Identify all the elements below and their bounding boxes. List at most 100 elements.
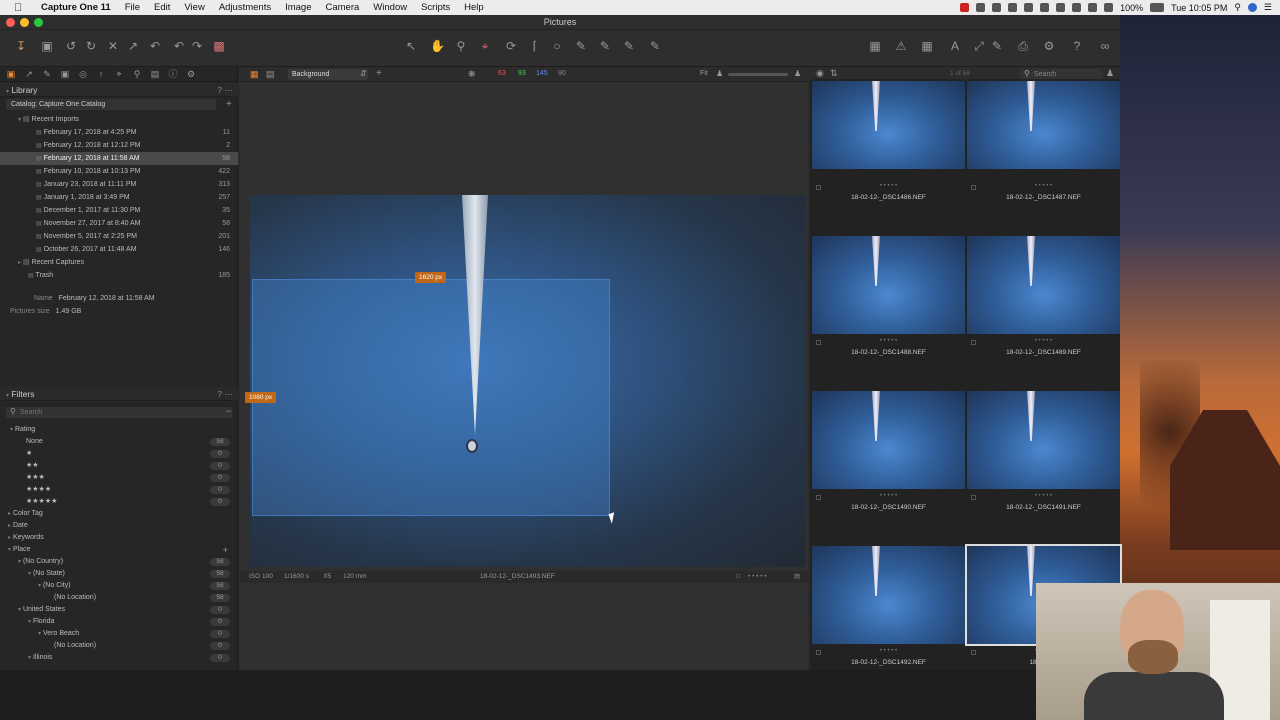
place-group[interactable]: ▾ Place + xyxy=(0,544,238,556)
thumbnail[interactable]: • • • • • 18-02-12-_DSC1490.NEF xyxy=(812,389,965,542)
more-icon[interactable]: ⋯ xyxy=(225,387,234,401)
volume-icon[interactable] xyxy=(1104,3,1114,12)
place-row[interactable]: (No Location) 58 xyxy=(0,592,238,604)
thumbnail[interactable]: • • • • • 18-02-12-_DSC1491.NEF xyxy=(967,389,1120,542)
battery-icon[interactable] xyxy=(1150,3,1165,12)
exposure-warning-icon[interactable]: ⚠ xyxy=(894,39,908,53)
chevron-updown-icon[interactable]: ⇵ xyxy=(360,69,367,78)
rating-dots[interactable]: • • • • • xyxy=(812,338,965,344)
place-row[interactable]: ▾ Illinois 0 xyxy=(0,652,238,664)
spot-icon[interactable]: ○ xyxy=(550,39,564,53)
help-icon[interactable]: ? xyxy=(217,387,222,401)
multi-view-icon[interactable]: ▤ xyxy=(266,69,275,80)
single-view-icon[interactable]: ▦ xyxy=(250,69,259,80)
keystone-icon[interactable]: ⌈ xyxy=(528,39,542,53)
place-row[interactable]: ▾ United States 0 xyxy=(0,604,238,616)
menu-camera[interactable]: Camera xyxy=(326,2,360,13)
color-tag-group[interactable]: ▸ Color Tag xyxy=(0,508,238,520)
exposure-tab-icon[interactable]: ◎ xyxy=(78,69,88,79)
rotate-left-icon[interactable]: ↺ xyxy=(64,39,78,53)
person-icon[interactable]: ♟ xyxy=(794,69,801,78)
menu-edit[interactable]: Edit xyxy=(154,2,170,13)
recent-captures-group[interactable]: ▸ ▤ Recent Captures xyxy=(0,256,238,269)
crop-overlay[interactable] xyxy=(252,279,610,516)
zoom-slider[interactable] xyxy=(728,73,788,76)
capture-tab-icon[interactable]: ↗ xyxy=(24,69,34,79)
apple-icon[interactable]:  xyxy=(14,2,26,14)
collapse-icon[interactable]: − xyxy=(226,406,231,416)
proof-icon[interactable]: ▩ xyxy=(212,39,226,53)
add-layer-icon[interactable]: + xyxy=(376,68,382,79)
import-item[interactable]: ▤ February 10, 2018 at 10:13 PM 422 xyxy=(0,165,238,178)
dropbox-icon[interactable] xyxy=(992,3,1002,12)
rating-filter-row[interactable]: ★★★ 0 xyxy=(0,472,238,484)
keywords-group[interactable]: ▸ Keywords xyxy=(0,532,238,544)
crop-icon[interactable]: ⌖ xyxy=(478,39,492,53)
place-row[interactable]: ▾ (No Country) 58 xyxy=(0,556,238,568)
lens-tab-icon[interactable]: ✎ xyxy=(42,69,52,79)
record-icon[interactable] xyxy=(960,3,970,12)
thumbnail[interactable]: • • • • • 18-02-12-_DSC1486.NEF xyxy=(812,79,965,232)
picker-icon[interactable]: ✎ xyxy=(622,39,636,53)
wifi-icon[interactable] xyxy=(1088,3,1098,12)
add-place-icon[interactable]: + xyxy=(223,544,228,556)
clock[interactable]: Tue 10:05 PM xyxy=(1171,3,1227,13)
library-header[interactable]: ▾ Library ? ⋯ xyxy=(0,83,238,97)
menu-image[interactable]: Image xyxy=(285,2,311,13)
filters-header[interactable]: ▾ Filters ? ⋯ xyxy=(0,387,238,401)
sort-icon[interactable]: ⇅ xyxy=(830,68,838,79)
fit-label[interactable]: Fit xyxy=(700,70,708,77)
settings-icon[interactable]: ⚙ xyxy=(1042,39,1056,53)
copy-adjustments-icon[interactable]: ↶ xyxy=(148,39,162,53)
recent-imports-group[interactable]: ▾ ▤ Recent Imports xyxy=(0,113,238,126)
place-row[interactable]: ▾ Florida 0 xyxy=(0,616,238,628)
import-item[interactable]: ▤ October 26, 2017 at 11:48 AM 146 xyxy=(0,243,238,256)
tool-icon[interactable]: ↗ xyxy=(126,39,140,53)
more-icon[interactable]: ⋯ xyxy=(225,83,234,97)
rotate-tool-icon[interactable]: ⟳ xyxy=(504,39,518,53)
grid-icon[interactable]: ▦ xyxy=(868,39,882,53)
import-icon[interactable]: ↧ xyxy=(14,39,28,53)
menu-help[interactable]: Help xyxy=(464,2,484,13)
rating-dots[interactable]: • • • • • xyxy=(967,183,1120,189)
trash-item[interactable]: ▤ Trash 185 xyxy=(0,269,238,282)
search-tab-icon[interactable]: ⚲ xyxy=(132,69,142,79)
pan-icon[interactable]: ✋ xyxy=(430,39,445,53)
bluetooth-icon[interactable] xyxy=(1072,3,1082,12)
siri-icon[interactable] xyxy=(1247,3,1257,12)
place-row[interactable]: ▾ Vero Beach 0 xyxy=(0,628,238,640)
place-row[interactable]: ▾ (No State) 58 xyxy=(0,568,238,580)
rating-filter-row[interactable]: ★★★★ 0 xyxy=(0,484,238,496)
fullscreen-icon[interactable]: ⤢ xyxy=(972,39,986,53)
place-row[interactable]: (No Location) 0 xyxy=(0,640,238,652)
overlay-grid-icon[interactable]: ▦ xyxy=(920,39,934,53)
rating-dots[interactable]: • • • • • xyxy=(812,648,965,654)
rating-dots[interactable]: • • • • • xyxy=(812,183,965,189)
status-icon[interactable] xyxy=(1024,3,1034,12)
print-icon[interactable]: ⎙ xyxy=(1016,39,1030,53)
library-tab-icon[interactable]: ▣ xyxy=(6,69,16,79)
import-item[interactable]: ▤ November 27, 2017 at 8:40 AM 58 xyxy=(0,217,238,230)
rating-dots[interactable]: • • • • • xyxy=(748,571,767,583)
import-item[interactable]: ▤ February 17, 2018 at 4:25 PM 11 xyxy=(0,126,238,139)
delete-icon[interactable]: ✕ xyxy=(106,39,120,53)
menu-file[interactable]: File xyxy=(125,2,140,13)
search-icon[interactable]: ⚲ xyxy=(1234,2,1241,13)
thumbnail[interactable]: • • • • • 18-02-12-_DSC1488.NEF xyxy=(812,234,965,387)
app-menu[interactable]: Capture One 11 xyxy=(41,2,111,13)
person-icon[interactable]: ♟ xyxy=(716,69,723,78)
import-item-selected[interactable]: ▤ February 12, 2018 at 11:58 AM 58 xyxy=(0,152,238,165)
rating-dots[interactable]: • • • • • xyxy=(812,493,965,499)
eraser-icon[interactable]: ✎ xyxy=(598,39,612,53)
annotate-icon[interactable]: ✎ xyxy=(648,39,662,53)
undo-icon[interactable]: ↶ xyxy=(172,39,186,53)
import-item[interactable]: ▤ November 5, 2017 at 2:25 PM 201 xyxy=(0,230,238,243)
background-select[interactable]: Background xyxy=(288,69,368,80)
place-row[interactable]: ▾ (No City) 58 xyxy=(0,580,238,592)
info-tab-icon[interactable]: ⓘ xyxy=(168,69,178,79)
status-icon[interactable] xyxy=(1040,3,1050,12)
redo-icon[interactable]: ↷ xyxy=(190,39,204,53)
select-cursor-icon[interactable]: ↖ xyxy=(404,39,418,53)
menu-adjustments[interactable]: Adjustments xyxy=(219,2,271,13)
rating-filter-row[interactable]: None 58 xyxy=(0,436,238,448)
